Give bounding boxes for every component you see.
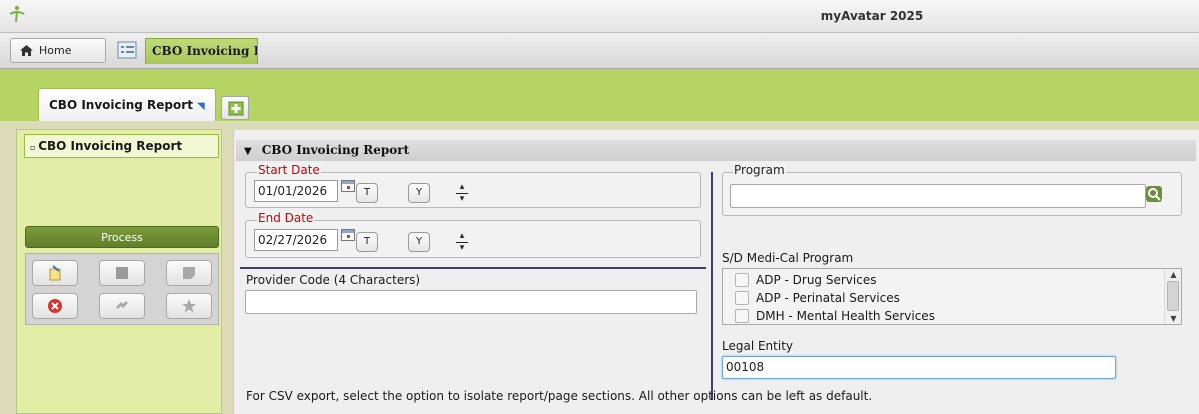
listbox-scrollbar[interactable]: ▲ ▼ xyxy=(1164,269,1181,324)
cancel-icon xyxy=(48,299,62,313)
search-icon xyxy=(1148,188,1161,201)
cancel-button[interactable] xyxy=(32,293,78,319)
end-date-calendar-icon[interactable] xyxy=(341,229,355,241)
start-date-input[interactable]: 01/01/2026 xyxy=(254,180,338,202)
start-date-calendar-icon[interactable] xyxy=(341,180,355,192)
checkbox[interactable] xyxy=(735,309,749,323)
add-form-button[interactable] xyxy=(221,96,249,120)
provider-code-input[interactable] xyxy=(245,290,697,314)
start-date-legend: Start Date xyxy=(257,163,321,177)
sidebar-item-label: CBO Invoicing Report xyxy=(38,139,183,153)
task-list-icon[interactable] xyxy=(117,41,137,59)
list-item[interactable]: ADP - Perinatal Services xyxy=(735,289,900,307)
start-date-yesterday-button[interactable]: Y xyxy=(408,183,430,203)
form-tab-label: CBO Invoicing Report xyxy=(49,98,193,112)
note-button[interactable] xyxy=(166,260,212,286)
note-icon xyxy=(183,267,195,279)
pin-icon[interactable]: ◥ xyxy=(197,101,205,112)
list-item[interactable]: DMH - Mental Health Services xyxy=(735,307,935,324)
program-search-button[interactable] xyxy=(1146,186,1162,202)
scroll-thumb[interactable] xyxy=(1167,281,1179,311)
tab-cbo-invoicing[interactable]: CBO Invoicing R xyxy=(145,38,258,64)
csv-export-note: For CSV export, select the option to iso… xyxy=(246,389,873,403)
end-date-legend: End Date xyxy=(257,211,315,225)
home-button[interactable]: Home xyxy=(10,38,106,63)
scroll-up-icon[interactable]: ▲ xyxy=(1165,270,1181,279)
list-item[interactable]: ADP - Drug Services xyxy=(735,271,876,289)
bullet-icon: ▫ xyxy=(30,143,39,152)
favorite-button[interactable] xyxy=(166,293,212,319)
start-date-spinner-icon[interactable]: ▴ ▾ xyxy=(455,183,469,204)
start-date-today-button[interactable]: T xyxy=(356,183,378,203)
end-date-spinner-icon[interactable]: ▴ ▾ xyxy=(455,232,469,253)
title-bar: myAvatar 2025 xyxy=(0,0,1199,33)
window-title: myAvatar 2025 xyxy=(820,9,924,23)
scroll-down-icon[interactable]: ▼ xyxy=(1165,314,1181,323)
end-date-input[interactable]: 02/27/2026 xyxy=(254,229,338,251)
legal-entity-label: Legal Entity xyxy=(722,339,794,353)
add-tab-icon xyxy=(228,101,244,116)
checkbox[interactable] xyxy=(735,291,749,305)
top-tab-strip: Home CBO Invoicing R xyxy=(0,33,1199,69)
list-item-label: DMH - Mental Health Services xyxy=(756,309,935,323)
submit-button[interactable] xyxy=(32,260,78,286)
section-header[interactable]: ▼ CBO Invoicing Report xyxy=(236,140,1196,161)
form-tab-cbo-invoicing-report[interactable]: CBO Invoicing Report ◥ xyxy=(38,88,216,121)
save-button[interactable] xyxy=(99,260,145,286)
legal-entity-input[interactable]: 00108 xyxy=(722,356,1116,379)
end-date-yesterday-button[interactable]: Y xyxy=(408,232,430,252)
program-legend: Program xyxy=(733,163,786,177)
home-icon xyxy=(20,45,33,56)
column-divider xyxy=(711,172,713,400)
program-input[interactable] xyxy=(730,184,1146,208)
save-icon xyxy=(116,267,128,279)
end-date-today-button[interactable]: T xyxy=(356,232,378,252)
puzzle-icon xyxy=(116,301,128,309)
provider-code-label: Provider Code (4 Characters) xyxy=(246,273,421,287)
medical-program-label: S/D Medi-Cal Program xyxy=(722,251,854,265)
puzzle-button[interactable] xyxy=(99,293,145,319)
sidebar-item-cbo-invoicing-report[interactable]: ▫ CBO Invoicing Report xyxy=(24,134,219,158)
medical-program-listbox[interactable]: ADP - Drug Services ADP - Perinatal Serv… xyxy=(722,268,1182,325)
section-title: CBO Invoicing Report xyxy=(261,143,410,157)
submit-icon xyxy=(49,265,61,281)
star-icon xyxy=(182,299,196,313)
list-item-label: ADP - Drug Services xyxy=(756,273,877,287)
checkbox[interactable] xyxy=(735,273,749,287)
list-item-label: ADP - Perinatal Services xyxy=(756,291,900,305)
process-button[interactable]: Process xyxy=(25,226,219,248)
section-divider xyxy=(240,267,706,269)
collapse-triangle-icon[interactable]: ▼ xyxy=(244,146,252,157)
process-toolbar xyxy=(25,253,219,325)
home-label: Home xyxy=(39,44,72,57)
